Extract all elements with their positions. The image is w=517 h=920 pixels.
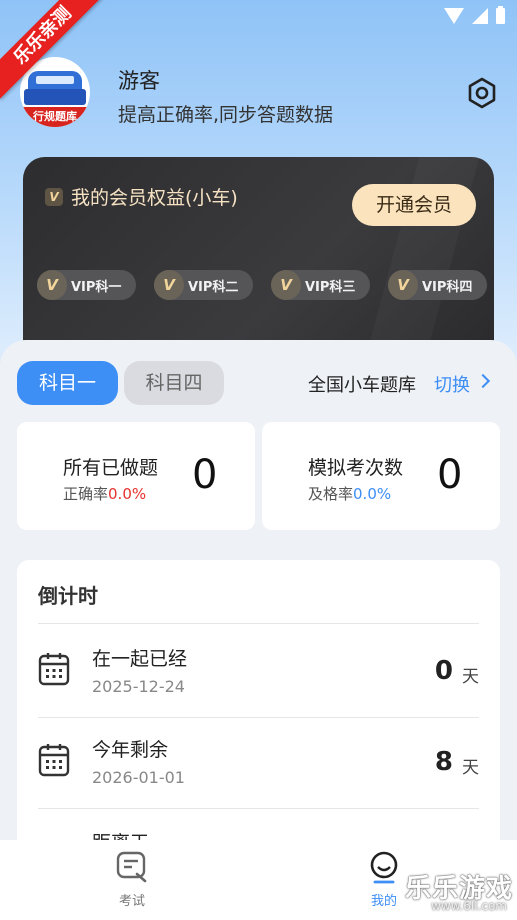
countdown-label: 在一起已经: [92, 648, 188, 670]
vip-chip-kemu1[interactable]: V VIP科一: [37, 270, 136, 300]
stat-title: 模拟考次数: [308, 457, 404, 479]
nav-exam[interactable]: 考试: [92, 850, 172, 909]
countdown-unit: 天: [462, 667, 479, 687]
countdown-unit: 天: [462, 758, 479, 778]
divider: [38, 623, 479, 624]
switch-bank-link[interactable]: 切换: [434, 371, 470, 397]
countdown-row[interactable]: 今年剩余 2026-01-01 8 天: [38, 723, 479, 813]
countdown-value: 8: [434, 747, 453, 777]
divider: [38, 717, 479, 718]
wifi-icon: [444, 8, 464, 24]
calendar-icon: [38, 744, 70, 777]
vip-chip-kemu2[interactable]: V VIP科二: [154, 270, 253, 300]
calendar-icon: [38, 653, 70, 686]
vip-chip-list: V VIP科一 V VIP科二 V VIP科三 V VIP科四: [37, 270, 487, 300]
vip-chip-kemu4[interactable]: V VIP科四: [388, 270, 487, 300]
open-vip-button[interactable]: 开通会员: [352, 184, 476, 226]
user-name[interactable]: 游客: [118, 65, 160, 95]
accuracy-rate: 0.0%: [108, 485, 147, 503]
countdown-title: 倒计时: [38, 584, 98, 608]
stat-subtitle: 及格率0.0%: [308, 485, 392, 503]
countdown-row[interactable]: 在一起已经 2025-12-24 0 天: [38, 632, 479, 722]
promo-ribbon: 乐乐亲测: [0, 0, 110, 110]
countdown-value: 0: [434, 656, 453, 686]
ribbon-text: 乐乐亲测: [0, 0, 106, 99]
divider: [38, 808, 479, 809]
hexagon-settings-icon: [468, 77, 496, 109]
stat-card-done[interactable]: 所有已做题 正确率0.0% 0: [17, 422, 255, 530]
vip-card: V 我的会员权益(小车) 开通会员 V VIP科一 V VIP科二 V VIP科…: [23, 157, 494, 347]
stat-value: 0: [437, 452, 463, 498]
exam-icon: [116, 851, 147, 883]
vip-chip-label: VIP科一: [71, 279, 122, 295]
vip-chip-label: VIP科二: [188, 279, 239, 295]
vip-icon: V: [154, 270, 184, 300]
vip-chip-kemu3[interactable]: V VIP科三: [271, 270, 370, 300]
settings-button[interactable]: [466, 77, 498, 109]
tab-kemu1[interactable]: 科目一: [17, 361, 118, 405]
vip-icon: V: [271, 270, 301, 300]
watermark-url: www.6ll.com: [431, 899, 507, 913]
battery-icon: [496, 6, 505, 24]
pass-rate: 0.0%: [353, 485, 392, 503]
vip-icon: V: [388, 270, 418, 300]
countdown-label: 今年剩余: [92, 739, 169, 761]
watermark: 乐乐游戏 www.6ll.com: [392, 866, 517, 920]
chevron-right-icon[interactable]: [475, 373, 491, 389]
stat-card-mock[interactable]: 模拟考次数 及格率0.0% 0: [262, 422, 500, 530]
main-panel: 科目一 科目四 全国小车题库 切换 所有已做题 正确率0.0% 0 模拟考次数 …: [0, 340, 517, 920]
stat-value: 0: [192, 452, 218, 498]
vip-chip-label: VIP科三: [305, 279, 356, 295]
signal-icon: [472, 8, 488, 24]
question-bank-label: 全国小车题库: [308, 375, 416, 396]
vip-badge-icon: V: [45, 187, 63, 206]
stat-subtitle: 正确率0.0%: [63, 485, 147, 503]
vip-title: 我的会员权益(小车): [71, 187, 238, 209]
countdown-date: 2025-12-24: [92, 677, 185, 696]
stat-title: 所有已做题: [63, 457, 159, 479]
vip-icon: V: [37, 270, 67, 300]
nav-label: 考试: [118, 894, 145, 909]
avatar-text: 行规题库: [33, 110, 77, 123]
countdown-date: 2026-01-01: [92, 768, 185, 787]
user-subtitle[interactable]: 提高正确率,同步答题数据: [118, 100, 333, 127]
vip-chip-label: VIP科四: [422, 279, 473, 295]
tab-kemu4[interactable]: 科目四: [124, 361, 224, 405]
